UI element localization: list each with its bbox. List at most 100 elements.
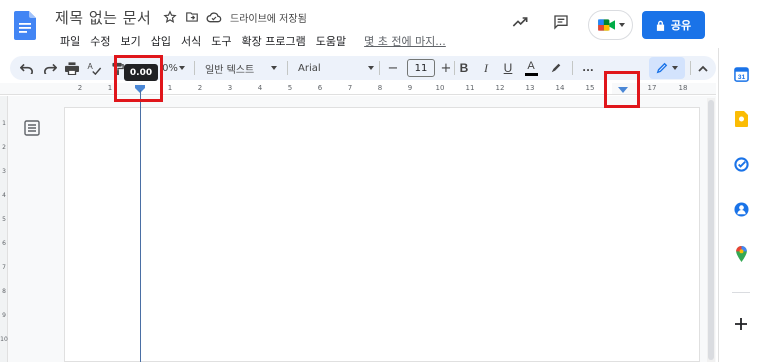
cloud-saved-icon[interactable] <box>206 9 222 25</box>
bold-button[interactable]: B <box>456 56 472 80</box>
divider <box>194 61 195 75</box>
vruler-number: 3 <box>2 168 6 175</box>
vruler-number: 6 <box>2 240 6 247</box>
ruler-number: 7 <box>347 84 353 92</box>
italic-button[interactable]: I <box>478 56 494 80</box>
document-page[interactable] <box>64 107 700 362</box>
collapse-menus-icon[interactable] <box>696 56 710 80</box>
vruler-number: 1 <box>2 120 6 127</box>
menu-edit[interactable]: 수정 <box>85 33 115 49</box>
menu-tools[interactable]: 도구 <box>206 33 236 49</box>
increase-font-size-button[interactable]: + <box>438 56 454 80</box>
ruler-number: 14 <box>555 84 565 92</box>
divider <box>287 61 288 75</box>
comment-history-icon[interactable] <box>553 14 569 30</box>
menu-format[interactable]: 서식 <box>176 33 206 49</box>
calendar-icon[interactable]: 31 <box>733 66 749 82</box>
zoom-value: 0% <box>162 62 178 74</box>
meet-button[interactable] <box>588 10 633 40</box>
decrease-font-size-button[interactable]: − <box>385 56 401 80</box>
vruler-number: 5 <box>2 216 6 223</box>
ruler-number: 10 <box>435 84 445 92</box>
chevron-down-icon <box>672 66 678 70</box>
last-edit-link[interactable]: 몇 초 전에 마지... <box>359 33 451 49</box>
activity-dashboard-icon[interactable] <box>512 14 528 30</box>
ruler-number: 9 <box>407 84 413 92</box>
vruler-number: 4 <box>2 192 6 199</box>
highlight-box-right-indent <box>604 71 640 108</box>
menu-help[interactable]: 도움말 <box>311 33 351 49</box>
menu-view[interactable]: 보기 <box>116 33 146 49</box>
ruler-number: 11 <box>465 84 475 92</box>
scrollbar-thumb[interactable] <box>708 100 714 360</box>
ruler-number: 6 <box>317 84 323 92</box>
ruler-number: 1 <box>167 84 173 92</box>
underline-button[interactable]: U <box>500 56 516 80</box>
tasks-icon[interactable] <box>733 156 749 172</box>
undo-icon[interactable] <box>18 56 34 80</box>
ruler-number: 13 <box>525 84 535 92</box>
style-value: 일반 텍스트 <box>205 64 255 76</box>
text-color-swatch <box>524 72 538 76</box>
document-outline-icon[interactable] <box>24 120 40 136</box>
font-select[interactable]: Arial <box>298 58 374 78</box>
editing-mode-button[interactable] <box>649 57 685 79</box>
add-icon[interactable] <box>733 316 749 332</box>
save-status: 드라이브에 저장됨 <box>230 13 307 25</box>
ruler-number: 4 <box>257 84 263 92</box>
vruler-number: 7 <box>2 264 6 271</box>
side-divider <box>732 292 750 293</box>
spellcheck-icon[interactable]: A <box>86 56 102 80</box>
document-title[interactable]: 제목 없는 문서 <box>55 7 151 28</box>
menu-extensions[interactable]: 확장 프로그램 <box>237 33 311 49</box>
vruler-number: 9 <box>2 312 6 319</box>
indent-guide-line <box>140 90 141 362</box>
ruler-number: 15 <box>585 84 595 92</box>
divider <box>379 61 380 75</box>
share-button[interactable]: 공유 <box>642 11 705 39</box>
ruler-number: 8 <box>377 84 383 92</box>
style-select[interactable]: 일반 텍스트 <box>205 58 277 78</box>
ruler-number: 17 <box>647 84 657 92</box>
keep-icon[interactable] <box>733 111 749 127</box>
vertical-ruler[interactable]: 1 2 3 4 5 6 7 8 9 10 <box>0 96 8 362</box>
highlight-color-icon[interactable] <box>548 56 564 80</box>
move-folder-icon[interactable] <box>184 9 200 25</box>
font-size-input[interactable]: 11 <box>407 59 435 77</box>
divider <box>454 61 455 75</box>
ruler-number: 3 <box>227 84 233 92</box>
svg-text:31: 31 <box>737 74 745 81</box>
chevron-down-icon[interactable] <box>178 56 186 80</box>
highlight-box-left-indent <box>114 55 163 102</box>
vruler-number: 10 <box>0 336 8 343</box>
meet-icon <box>597 19 615 31</box>
ruler-number: 18 <box>678 84 688 92</box>
ruler-number: 2 <box>197 84 203 92</box>
ruler-number: 1 <box>107 84 113 92</box>
menu-file[interactable]: 파일 <box>55 33 85 49</box>
divider <box>690 61 691 75</box>
share-label: 공유 <box>670 19 692 32</box>
font-value: Arial <box>298 62 321 74</box>
chevron-down-icon <box>271 66 277 70</box>
vruler-number: 8 <box>2 288 6 295</box>
menu-bar: 파일 수정 보기 삽입 서식 도구 확장 프로그램 도움말 몇 초 전에 마지.… <box>55 33 451 49</box>
vruler-number: 2 <box>2 144 6 151</box>
more-options-button[interactable]: ... <box>580 56 596 80</box>
redo-icon[interactable] <box>42 56 58 80</box>
chevron-down-icon <box>368 66 374 70</box>
maps-icon[interactable] <box>733 246 749 262</box>
divider <box>572 61 573 75</box>
ruler-number: 12 <box>495 84 505 92</box>
text-color-button[interactable]: A <box>522 56 540 80</box>
chevron-down-icon <box>618 23 625 27</box>
pencil-icon <box>656 62 668 74</box>
ruler-number: 5 <box>287 84 293 92</box>
lock-icon <box>656 20 664 31</box>
docs-logo-icon[interactable] <box>14 11 36 40</box>
contacts-icon[interactable] <box>733 201 749 217</box>
menu-insert[interactable]: 삽입 <box>146 33 176 49</box>
print-icon[interactable] <box>64 56 80 80</box>
ruler-number: 2 <box>77 84 83 92</box>
star-icon[interactable] <box>162 9 178 25</box>
